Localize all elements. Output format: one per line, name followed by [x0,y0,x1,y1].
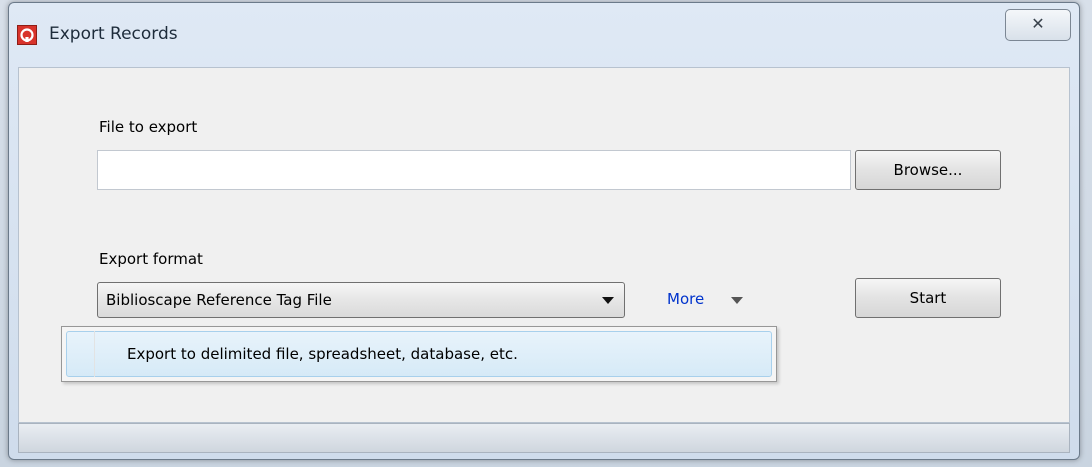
export-format-label: Export format [99,250,203,268]
more-link[interactable]: More [667,290,704,308]
menu-gutter-divider [94,331,95,377]
more-menu-popup: Export to delimited file, spreadsheet, d… [61,326,777,382]
menu-item-label: Export to delimited file, spreadsheet, d… [127,345,518,363]
file-to-export-label: File to export [99,118,198,136]
file-to-export-input[interactable] [97,150,851,190]
chevron-down-icon [602,297,614,304]
start-button[interactable]: Start [855,278,1001,318]
dialog-content: File to export Browse... Export format B… [18,67,1070,423]
title-bar[interactable]: Export Records ✕ [9,3,1079,67]
window-title: Export Records [49,24,178,44]
browse-button[interactable]: Browse... [855,150,1001,190]
close-icon: ✕ [1031,14,1045,33]
export-format-select[interactable]: Biblioscape Reference Tag File [97,282,625,318]
app-icon [17,25,37,45]
close-button[interactable]: ✕ [1005,9,1071,41]
export-format-selected-value: Biblioscape Reference Tag File [106,291,332,309]
export-records-dialog: Export Records ✕ File to export Browse..… [8,2,1080,460]
more-chevron-down-icon[interactable] [731,297,743,304]
menu-item-export-delimited[interactable]: Export to delimited file, spreadsheet, d… [66,331,772,377]
status-bar [18,423,1070,453]
